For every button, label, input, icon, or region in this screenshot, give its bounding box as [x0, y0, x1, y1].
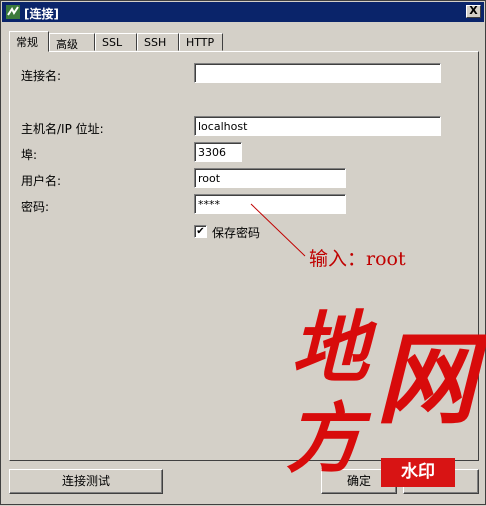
annotation-text: 输入：root — [309, 248, 406, 270]
annotation-line — [250, 203, 306, 257]
watermark-char-1: 地 — [291, 303, 370, 394]
watermark-char-3: 方 — [286, 394, 362, 483]
watermark-badge: 水印 — [381, 458, 455, 487]
test-connection-button[interactable]: 连接测试 — [9, 469, 163, 494]
watermark-char-2: 网 — [376, 320, 476, 438]
tab-general[interactable]: 常规 — [9, 31, 49, 52]
connection-dialog: [连接] X 常规 高级 SSL SSH HTTP 连接名: 主机名/IP 位址… — [0, 0, 486, 505]
